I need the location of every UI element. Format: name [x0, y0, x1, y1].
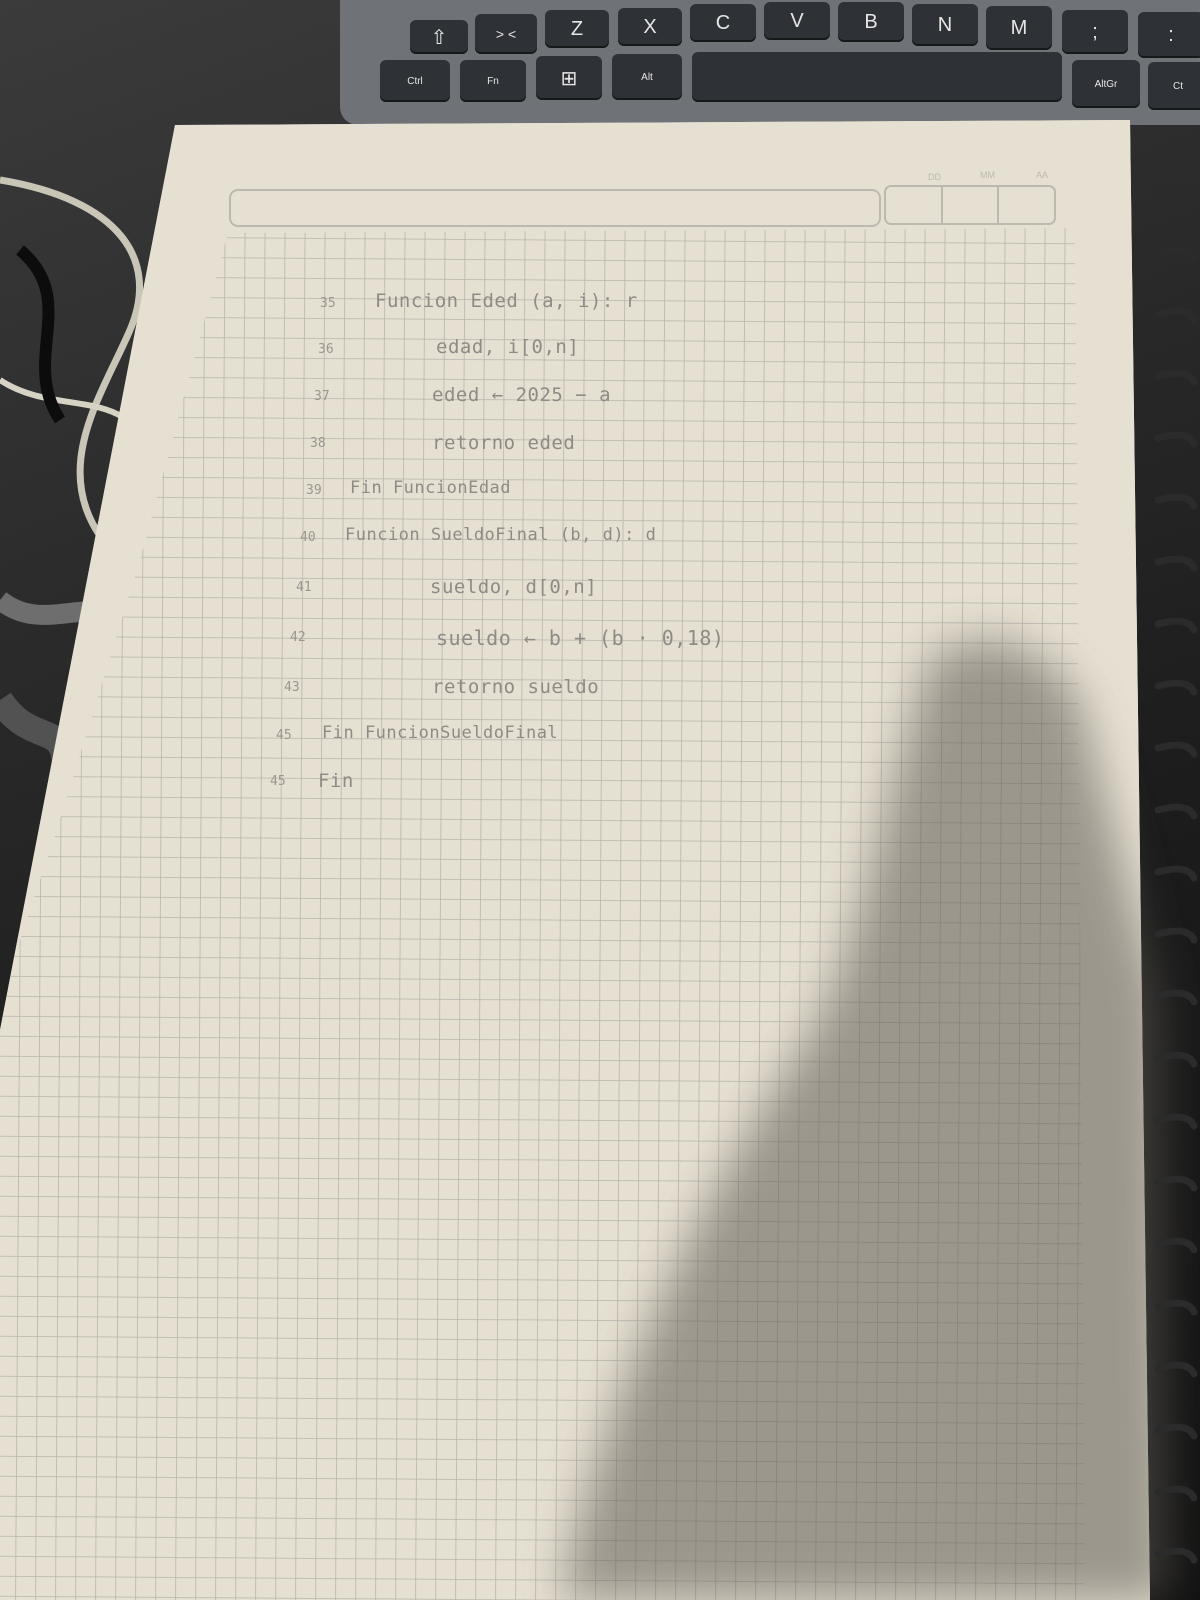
- code-line: Funcion Eded (a, i): r: [375, 290, 638, 312]
- spiral-binding: [1154, 183, 1198, 1564]
- line-number: 38: [310, 436, 326, 451]
- code-line: eded ← 2025 − a: [432, 384, 612, 406]
- line-number: 41: [296, 580, 312, 595]
- code-line: Fin FuncionSueldoFinal: [322, 723, 559, 743]
- line-number: 45: [276, 728, 292, 743]
- code-line: Fin FuncionEdad: [350, 478, 512, 498]
- line-number: 39: [306, 483, 322, 498]
- line-number: 40: [300, 530, 316, 545]
- month-label: MM: [980, 170, 995, 180]
- code-line: retorno sueldo: [432, 676, 600, 698]
- line-number: 45: [270, 774, 286, 789]
- notebook-page: [0, 120, 1150, 1600]
- code-line: sueldo, d[0,n]: [430, 576, 598, 598]
- code-line: sueldo ← b + (b · 0,18): [436, 626, 725, 650]
- line-number: 42: [290, 630, 306, 645]
- code-line: Fin: [318, 770, 354, 792]
- year-label: AA: [1036, 170, 1049, 180]
- line-number: 37: [314, 389, 330, 404]
- photo-scene: ⇧ > < Z X C V B N M ; : Ctrl Fn ⊞ Alt Al…: [0, 0, 1200, 1600]
- code-line: edad, i[0,n]: [436, 336, 580, 358]
- line-number: 35: [320, 296, 336, 311]
- line-number: 36: [318, 342, 334, 357]
- code-line: Funcion SueldoFinal (b, d): d: [345, 525, 657, 545]
- line-number: 43: [284, 680, 300, 695]
- code-line: retorno eded: [432, 432, 576, 454]
- day-label: DD: [928, 172, 941, 182]
